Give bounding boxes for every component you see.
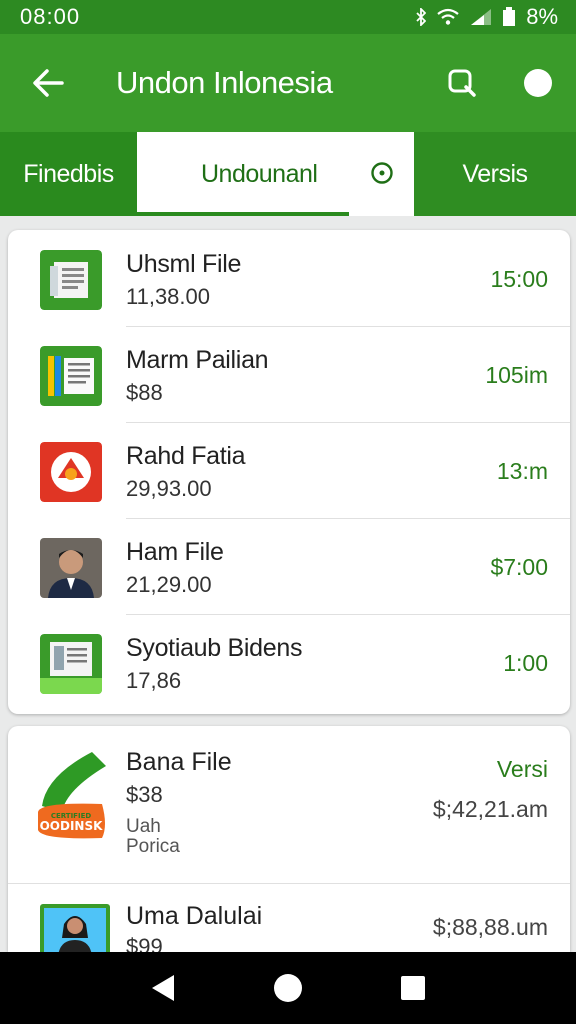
list-item-subtitle-2: Porica — [126, 836, 180, 857]
tab-active-indicator — [137, 212, 349, 216]
list-item-name: Rahd Fatia — [126, 442, 246, 470]
list-item-amount: 21,29.00 — [126, 572, 212, 597]
list-item-time: $7:00 — [490, 554, 548, 580]
list-item-version: Versi — [496, 756, 548, 782]
list-item-name: Syotiaub Bidens — [126, 634, 303, 662]
nav-back-button[interactable] — [141, 966, 185, 1010]
list-item-time: 13:m — [496, 458, 548, 484]
list-item-amount: $99 — [126, 934, 163, 952]
search-button[interactable] — [424, 34, 500, 132]
list-item-name: Ham File — [126, 538, 224, 566]
search-icon — [448, 69, 476, 97]
page-title: Undon Inlonesia — [116, 65, 333, 100]
signal-icon — [471, 9, 492, 25]
list-item-name: Uma Dalulai — [126, 902, 263, 930]
bluetooth-icon — [416, 8, 427, 26]
profile-button[interactable] — [500, 34, 576, 132]
svg-text:OODINSK: OODINSK — [40, 819, 104, 833]
tab-bar: Finedbis Undounanl Versis — [0, 132, 576, 216]
list-item-amount: $38 — [126, 782, 163, 807]
list-item-name: Uhsml File — [126, 250, 242, 278]
status-time: 08:00 — [20, 4, 81, 29]
tab-finedbis[interactable]: Finedbis — [0, 132, 137, 216]
list-item[interactable]: Uhsml File 11,38.00 15:00 — [8, 230, 570, 326]
list-item-name: Marm Pailian — [126, 346, 269, 374]
list-item-subtitle: Uah — [126, 816, 161, 837]
list-item[interactable]: CERTIFIED OODINSK Bana File $38 Uah Pori… — [8, 726, 570, 884]
list-item-amount: 17,86 — [126, 668, 182, 693]
status-icons: 8% — [416, 4, 558, 30]
list-item-time: 15:00 — [490, 266, 548, 292]
certified-logo-icon: CERTIFIED OODINSK — [32, 746, 110, 856]
nav-home-button[interactable] — [266, 966, 310, 1010]
battery-icon — [503, 7, 516, 26]
circle-home-icon — [273, 974, 302, 1002]
nav-recents-button[interactable] — [391, 966, 435, 1010]
list-item-time: 1:00 — [503, 650, 548, 676]
document-screen-icon — [40, 634, 102, 694]
square-recents-icon — [401, 976, 426, 1000]
back-arrow-icon — [33, 69, 64, 97]
back-button[interactable] — [0, 34, 96, 132]
tab-versis[interactable]: Versis — [414, 132, 576, 216]
list-item[interactable]: Uma Dalulai $99 $;88,88.um — [8, 884, 570, 952]
list-item[interactable]: Rahd Fatia 29,93.00 13:m — [8, 422, 570, 518]
list-item[interactable]: Syotiaub Bidens 17,86 1:00 — [8, 614, 570, 710]
system-nav-bar — [0, 952, 576, 1024]
person-photo — [40, 904, 110, 952]
red-app-icon — [40, 442, 102, 502]
book-document-icon — [40, 346, 102, 406]
list-item-amount: $88 — [126, 380, 163, 405]
app-bar: Undon Inlonesia — [0, 34, 576, 132]
list-item-amount: 29,93.00 — [126, 476, 212, 501]
status-bar: 08:00 8% — [0, 0, 576, 34]
tab-undounanl-label: Undounanl — [201, 159, 318, 188]
tab-undounanl[interactable]: Undounanl — [137, 132, 414, 216]
person-photo — [40, 538, 102, 598]
triangle-back-icon — [151, 975, 174, 1001]
battery-percent: 8% — [526, 4, 558, 29]
list-item-time: $;88,88.um — [432, 914, 548, 940]
wifi-icon — [437, 8, 459, 25]
spreadsheet-document-icon — [40, 250, 102, 310]
list-item-amount: 11,38.00 — [126, 284, 211, 309]
profile-dot-icon — [524, 69, 552, 97]
list-item[interactable]: Ham File 21,29.00 $7:00 — [8, 518, 570, 614]
list-item-time: 105im — [485, 362, 548, 388]
info-icon[interactable] — [370, 161, 394, 185]
file-list-card-secondary: CERTIFIED OODINSK Bana File $38 Uah Pori… — [8, 726, 570, 952]
list-item[interactable]: Marm Pailian $88 105im — [8, 326, 570, 422]
file-list-card: Uhsml File 11,38.00 15:00 Marm Pailian $… — [8, 230, 570, 714]
list-item-time: $;42,21.am — [432, 796, 548, 822]
list-item-name: Bana File — [126, 748, 232, 776]
